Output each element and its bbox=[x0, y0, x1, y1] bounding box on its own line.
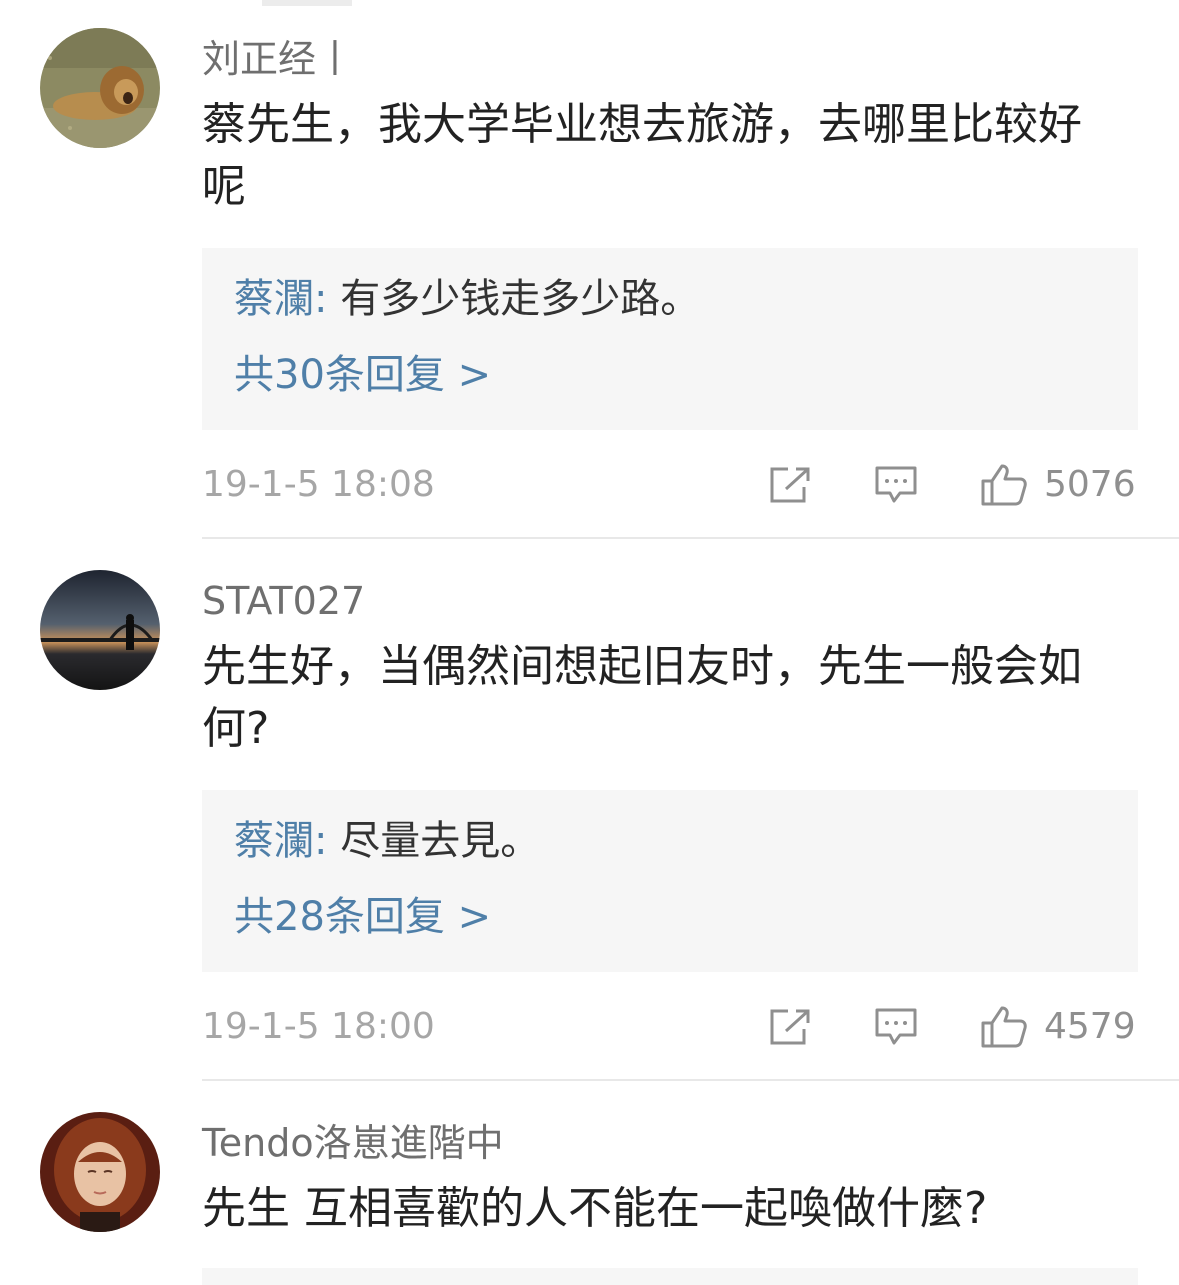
comment-divider bbox=[202, 1079, 1179, 1081]
comment-text: 蔡先生，我大学毕业想去旅游，去哪里比较好呢 bbox=[202, 99, 1082, 212]
reply-author[interactable]: 蔡瀾 bbox=[234, 276, 314, 322]
comment-divider bbox=[202, 537, 1179, 539]
reply-separator: : bbox=[314, 818, 328, 864]
comment-meta: 19-1-5 18:00 4579 bbox=[202, 1002, 1138, 1052]
reply-line: 蔡瀾: 尽量去見。 bbox=[234, 816, 1138, 866]
view-all-replies-link[interactable]: 共30条回复 > bbox=[234, 350, 1138, 400]
reply-preview[interactable]: 蔡瀾: 有多少钱走多少路。 共30条回复 > bbox=[202, 248, 1138, 430]
reply-author[interactable]: 蔡瀾 bbox=[234, 818, 314, 864]
harbour-sunset-avatar[interactable] bbox=[40, 570, 160, 690]
comment-text: 先生 互相喜歡的人不能在一起喚做什麼? bbox=[202, 1183, 988, 1234]
view-all-replies-link[interactable]: 共28条回复 > bbox=[234, 892, 1138, 942]
share-icon bbox=[770, 1009, 810, 1045]
share-icon bbox=[770, 467, 810, 503]
share-button[interactable] bbox=[768, 1004, 812, 1050]
like-count: 5076 bbox=[1044, 464, 1136, 505]
comment-timestamp: 19-1-5 18:08 bbox=[202, 464, 435, 505]
comment-timestamp: 19-1-5 18:00 bbox=[202, 1006, 435, 1047]
comment-meta: 19-1-5 18:08 5076 bbox=[202, 460, 1138, 510]
comment-button[interactable] bbox=[874, 1004, 918, 1050]
reply-preview[interactable] bbox=[202, 1268, 1138, 1285]
lion-avatar[interactable] bbox=[40, 28, 160, 148]
comment-username[interactable]: Tendo洛崽進階中 bbox=[202, 1120, 1137, 1166]
thumbs-up-icon bbox=[981, 464, 1027, 506]
share-button[interactable] bbox=[768, 462, 812, 508]
reply-line: 蔡瀾: 有多少钱走多少路。 bbox=[234, 274, 1138, 324]
comment-username[interactable]: STAT027 bbox=[202, 578, 1137, 624]
reply-separator: : bbox=[314, 276, 328, 322]
like-button[interactable]: 4579 bbox=[980, 1004, 1136, 1050]
reply-text: 有多少钱走多少路。 bbox=[340, 276, 701, 322]
reply-preview[interactable]: 蔡瀾: 尽量去見。 共28条回复 > bbox=[202, 790, 1138, 972]
comment-icon bbox=[875, 1008, 917, 1045]
thumbs-up-icon bbox=[981, 1006, 1027, 1048]
previous-item-edge bbox=[262, 0, 352, 6]
like-count: 4579 bbox=[1044, 1006, 1136, 1047]
comment-text: 先生好，当偶然间想起旧友时，先生一般会如何? bbox=[202, 641, 1082, 754]
comment-icon bbox=[875, 466, 917, 503]
comment-username[interactable]: 刘正经丨 bbox=[202, 36, 1137, 82]
comment-button[interactable] bbox=[874, 462, 918, 508]
reply-text: 尽量去見。 bbox=[340, 818, 541, 864]
portrait-avatar[interactable] bbox=[40, 1112, 160, 1232]
like-button[interactable]: 5076 bbox=[980, 462, 1136, 508]
